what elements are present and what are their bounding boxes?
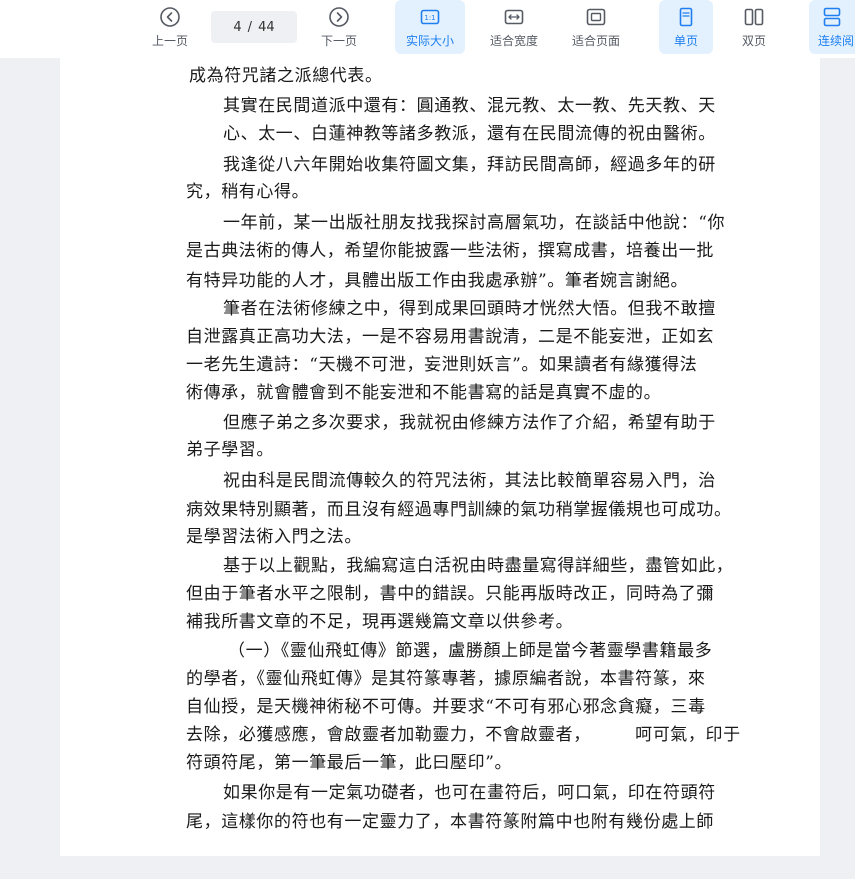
text-line: 祝由科是民間流傳較久的符咒法術，其法比較簡單容易入門，治 xyxy=(223,471,716,491)
double-page-label: 双页 xyxy=(741,34,766,48)
document-viewer[interactable]: ' · 成為符咒諸之派總代表。其實在民間道派中還有：圓通教、混元教、太一教、先天… xyxy=(0,58,855,879)
document-page: ' · 成為符咒諸之派總代表。其實在民間道派中還有：圓通教、混元教、太一教、先天… xyxy=(60,58,820,856)
fit-width-button[interactable]: 适合宽度 xyxy=(479,0,549,54)
text-line: 去除，必獲感應，會啟靈者加勒靈力，不會啟靈者， 呵可氣，印于 xyxy=(186,725,741,745)
text-line: 究，稍有心得。 xyxy=(186,182,310,202)
text-line: 是古典法術的傳人，希望你能披露一些法術，撰寫成書，培養出一批 xyxy=(186,241,714,261)
text-line: 成為符咒諸之派總代表。 xyxy=(189,66,383,86)
page-total: 44 xyxy=(258,19,275,35)
chevron-right-circle-icon xyxy=(329,7,349,27)
text-line: 補我所書文章的不足，現再選幾篇文章以供參考。 xyxy=(186,612,574,632)
text-line: 我逢從八六年開始收集符圖文集，拜訪民間高師，經過多年的研 xyxy=(223,155,716,175)
page-separator: / xyxy=(247,19,253,35)
fit-page-icon xyxy=(586,8,606,26)
viewer-toolbar: 上一页 4 / 44 下一页 1:1 实际大小 适合宽度 适合页面 单页 双页 … xyxy=(0,0,855,59)
text-line: 但由于筆者水平之限制，書中的錯誤。只能再版時改正，同時為了彌 xyxy=(186,584,714,604)
actual-size-icon: 1:1 xyxy=(420,9,440,25)
prev-page-button[interactable]: 上一页 xyxy=(144,0,196,54)
text-line: 其實在民間道派中還有：圓通教、混元教、太一教、先天教、天 xyxy=(223,96,716,116)
text-line: 是學習法術入門之法。 xyxy=(186,527,362,547)
page-current[interactable]: 4 xyxy=(233,20,241,35)
text-line: 一老先生遺詩：“天機不可泄，妄泄則妖言”。如果讀者有緣獲得法 xyxy=(186,355,698,375)
text-line: 術傳承，就會體會到不能妄泄和不能書寫的話是真實不虛的。 xyxy=(186,383,662,403)
scan-artifact: ' · xyxy=(736,58,758,64)
double-page-button[interactable]: 双页 xyxy=(727,0,781,54)
next-page-label: 下一页 xyxy=(320,34,357,48)
continuous-read-label: 连续阅 xyxy=(817,34,854,48)
single-page-icon xyxy=(679,7,693,27)
viewer-bottom-edge xyxy=(0,856,855,879)
fit-width-label: 适合宽度 xyxy=(489,34,538,48)
text-line: 自泄露真正高功大法，一是不容易用書說清，二是不能妄泄，正如玄 xyxy=(186,327,714,347)
next-page-button[interactable]: 下一页 xyxy=(313,0,365,54)
prev-page-label: 上一页 xyxy=(151,34,188,48)
text-line: 有特异功能的人才，具體出版工作由我處承辦”。筆者婉言謝絕。 xyxy=(186,271,689,291)
actual-size-icon-text: 1:1 xyxy=(424,14,435,22)
text-line: 自仙授，是天機神術秘不可傳。并要求“不可有邪心邪念貪癡，三毒 xyxy=(186,697,706,717)
continuous-read-icon xyxy=(823,7,841,27)
text-line: 心、太一、白蓮神教等諸多教派，還有在民間流傳的祝由醫術。 xyxy=(223,124,716,144)
fit-page-label: 适合页面 xyxy=(571,34,620,48)
fit-width-icon xyxy=(504,9,524,25)
actual-size-button[interactable]: 1:1 实际大小 xyxy=(395,0,465,54)
actual-size-label: 实际大小 xyxy=(405,34,454,48)
single-page-label: 单页 xyxy=(673,34,698,48)
continuous-read-button[interactable]: 连续阅 xyxy=(809,0,855,54)
text-line: 如果你是有一定氣功礎者，也可在畫符后，呵口氣，印在符頭符 xyxy=(223,783,716,803)
double-page-icon xyxy=(744,8,764,26)
text-line: 基于以上觀點，我編寫這白活祝由時盡量寫得詳細些，盡管如此， xyxy=(223,556,734,576)
text-line: （一）《靈仙飛虹傳》節選，盧勝顏上師是當今著靈學書籍最多 xyxy=(228,641,713,661)
page-indicator[interactable]: 4 / 44 xyxy=(211,11,297,43)
fit-page-button[interactable]: 适合页面 xyxy=(561,0,631,54)
text-line: 病效果特別顯著，而且沒有經過專門訓練的氣功稍掌握儀規也可成功。 xyxy=(186,500,732,520)
chevron-left-circle-icon xyxy=(160,7,180,27)
text-line: 尾，這樣你的符也有一定靈力了，本書符篆附篇中也附有幾份處上師 xyxy=(186,812,714,832)
text-line: 弟子學習。 xyxy=(186,440,274,460)
text-line: 的學者，《靈仙飛虹傳》是其符篆專著，據原編者說，本書符篆，來 xyxy=(186,669,706,689)
text-line: 一年前，某一出版社朋友找我探討高層氣功，在談話中他說：“你 xyxy=(223,213,726,233)
single-page-button[interactable]: 单页 xyxy=(659,0,713,54)
text-line: 但應子弟之多次要求，我就祝由修練方法作了介紹，希望有助于 xyxy=(223,413,716,433)
text-line: 符頭符尾，第一筆最后一筆，此曰壓印”。 xyxy=(186,753,513,773)
text-line: 筆者在法術修練之中，得到成果回頭時才恍然大悟。但我不敢擅 xyxy=(223,299,716,319)
